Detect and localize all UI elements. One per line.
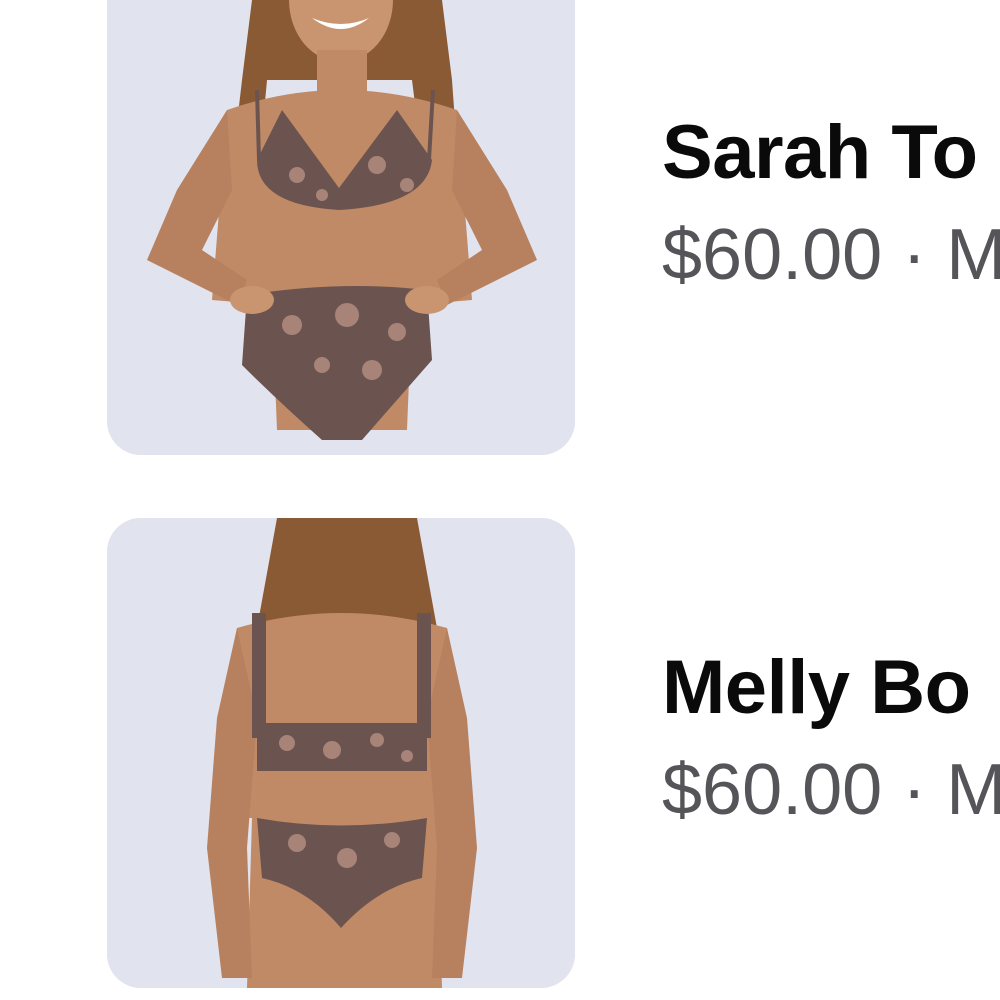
product-image-front	[107, 0, 575, 455]
product-info: Sarah To $60.00 · M	[662, 105, 1000, 301]
product-price: $60.00	[662, 215, 883, 295]
product-thumbnail[interactable]	[107, 0, 575, 455]
product-subtitle: $60.00 · M	[662, 209, 1000, 301]
separator-dot: ·	[902, 750, 927, 830]
product-list: Sarah To $60.00 · M Melly Bo $60.00 · M	[0, 0, 1000, 1000]
product-subtitle: $60.00 · M	[662, 744, 1000, 836]
product-row-1[interactable]: Sarah To $60.00 · M	[0, 0, 1000, 455]
product-image-back	[107, 518, 575, 988]
product-row-2[interactable]: Melly Bo $60.00 · M	[0, 518, 1000, 988]
product-meta: M	[946, 750, 1000, 830]
product-name: Sarah To	[662, 110, 978, 195]
product-thumbnail[interactable]	[107, 518, 575, 988]
product-name: Melly Bo	[662, 645, 971, 730]
product-info: Melly Bo $60.00 · M	[662, 640, 1000, 836]
product-meta: M	[946, 215, 1000, 295]
product-price: $60.00	[662, 750, 883, 830]
separator-dot: ·	[902, 215, 927, 295]
